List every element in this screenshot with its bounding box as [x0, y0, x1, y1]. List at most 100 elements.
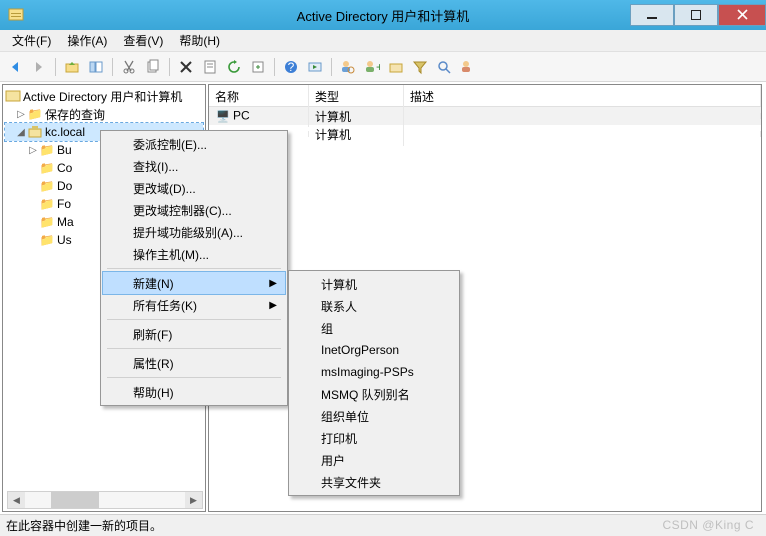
- toolbar: ? +: [0, 52, 766, 82]
- sub-contact[interactable]: 联系人: [291, 295, 457, 317]
- sub-group[interactable]: 组: [291, 317, 457, 339]
- ctx-raise-level[interactable]: 提升域功能级别(A)...: [103, 221, 285, 243]
- ctx-change-dc[interactable]: 更改域控制器(C)...: [103, 199, 285, 221]
- sub-shared-folder[interactable]: 共享文件夹: [291, 471, 457, 493]
- folder-icon: 📁: [39, 178, 55, 194]
- expander-icon[interactable]: ▷: [15, 109, 27, 120]
- folder-icon: 📁: [27, 106, 43, 122]
- ctx-new-label: 新建(N): [133, 275, 174, 292]
- submenu-arrow-icon: ▶: [269, 300, 277, 311]
- expander-icon[interactable]: ◢: [15, 127, 27, 138]
- tree-root[interactable]: Active Directory 用户和计算机: [5, 87, 203, 105]
- separator: [107, 348, 281, 349]
- tree-child-label: Do: [57, 179, 72, 193]
- minimize-button[interactable]: [630, 4, 674, 26]
- context-submenu-new: 计算机 联系人 组 InetOrgPerson msImaging-PSPs M…: [288, 270, 460, 496]
- sub-printer[interactable]: 打印机: [291, 427, 457, 449]
- delete-icon[interactable]: [175, 56, 197, 78]
- scroll-thumb[interactable]: [51, 492, 99, 508]
- computer-icon: 🖥️: [215, 108, 231, 124]
- run-icon[interactable]: [304, 56, 326, 78]
- list-item[interactable]: 🖥️PC 计算机: [209, 107, 761, 125]
- sub-computer[interactable]: 计算机: [291, 273, 457, 295]
- properties-icon[interactable]: [199, 56, 221, 78]
- tree-domain-label: kc.local: [45, 125, 85, 139]
- folder-icon: 📁: [39, 196, 55, 212]
- status-bar: 在此容器中创建一新的项目。 CSDN @King C: [0, 514, 766, 536]
- up-folder-icon[interactable]: [61, 56, 83, 78]
- filter-icon[interactable]: [409, 56, 431, 78]
- list-body: 🖥️PC 计算机 计算机: [209, 107, 761, 143]
- ctx-properties[interactable]: 属性(R): [103, 352, 285, 374]
- app-icon: [8, 7, 24, 23]
- ctx-delegate[interactable]: 委派控制(E)...: [103, 133, 285, 155]
- window-controls: [630, 5, 766, 26]
- export-icon[interactable]: [247, 56, 269, 78]
- ctx-find[interactable]: 查找(I)...: [103, 155, 285, 177]
- scroll-left-icon[interactable]: ◀: [8, 492, 25, 508]
- cell-desc: [404, 113, 761, 119]
- tree-child-label: Us: [57, 233, 72, 247]
- cell-type: 计算机: [309, 123, 404, 146]
- folder-action-icon[interactable]: [385, 56, 407, 78]
- cell-desc: [404, 131, 761, 137]
- list-header: 名称 类型 描述: [209, 85, 761, 107]
- folder-icon: 📁: [39, 142, 55, 158]
- scroll-track[interactable]: [25, 492, 185, 508]
- maximize-button[interactable]: [674, 4, 718, 26]
- back-icon[interactable]: [4, 56, 26, 78]
- close-button[interactable]: [718, 4, 766, 26]
- refresh-icon[interactable]: [223, 56, 245, 78]
- copy-icon[interactable]: [142, 56, 164, 78]
- sub-msimaging-psps[interactable]: msImaging-PSPs: [291, 361, 457, 383]
- sub-ou[interactable]: 组织单位: [291, 405, 457, 427]
- menu-action[interactable]: 操作(A): [59, 30, 115, 51]
- domain-icon: [27, 124, 43, 140]
- svg-text:+: +: [376, 60, 380, 74]
- column-desc[interactable]: 描述: [404, 85, 761, 106]
- forward-icon[interactable]: [28, 56, 50, 78]
- menu-view[interactable]: 查看(V): [115, 30, 171, 51]
- sub-user[interactable]: 用户: [291, 449, 457, 471]
- user-find-icon[interactable]: [337, 56, 359, 78]
- status-text: 在此容器中创建一新的项目。: [6, 517, 162, 534]
- sub-inetorgperson[interactable]: InetOrgPerson: [291, 339, 457, 361]
- folder-icon: 📁: [39, 214, 55, 230]
- window-title: Active Directory 用户和计算机: [297, 6, 470, 25]
- ctx-alltasks-label: 所有任务(K): [133, 297, 197, 314]
- menu-file[interactable]: 文件(F): [4, 30, 59, 51]
- ctx-all-tasks[interactable]: 所有任务(K) ▶: [103, 294, 285, 316]
- tree-child-label: Co: [57, 161, 72, 175]
- column-name[interactable]: 名称: [209, 85, 309, 106]
- add-resource-icon[interactable]: [457, 56, 479, 78]
- list-item[interactable]: 计算机: [209, 125, 761, 143]
- column-type[interactable]: 类型: [309, 85, 404, 106]
- help-icon[interactable]: ?: [280, 56, 302, 78]
- add-user-icon[interactable]: +: [361, 56, 383, 78]
- tree-child-label: Bu: [57, 143, 72, 157]
- ctx-change-domain[interactable]: 更改域(D)...: [103, 177, 285, 199]
- titlebar: Active Directory 用户和计算机: [0, 0, 766, 30]
- folder-icon: 📁: [39, 232, 55, 248]
- show-hide-icon[interactable]: [85, 56, 107, 78]
- cut-icon[interactable]: [118, 56, 140, 78]
- tree-horizontal-scrollbar[interactable]: ◀ ▶: [7, 491, 203, 509]
- context-menu: 委派控制(E)... 查找(I)... 更改域(D)... 更改域控制器(C).…: [100, 130, 288, 406]
- scroll-right-icon[interactable]: ▶: [185, 492, 202, 508]
- tree-saved-queries[interactable]: ▷ 📁 保存的查询: [5, 105, 203, 123]
- separator: [107, 377, 281, 378]
- cell-name: PC: [233, 109, 250, 123]
- ctx-new[interactable]: 新建(N) ▶: [103, 272, 285, 294]
- ctx-ops-master[interactable]: 操作主机(M)...: [103, 243, 285, 265]
- tree-child-label: Fo: [57, 197, 71, 211]
- expander-icon[interactable]: ▷: [27, 145, 39, 156]
- submenu-arrow-icon: ▶: [269, 278, 277, 289]
- search-icon[interactable]: [433, 56, 455, 78]
- menu-help[interactable]: 帮助(H): [171, 30, 228, 51]
- svg-text:?: ?: [288, 60, 295, 74]
- sub-msmq-alias[interactable]: MSMQ 队列别名: [291, 383, 457, 405]
- console-root-icon: [5, 88, 21, 104]
- ctx-help[interactable]: 帮助(H): [103, 381, 285, 403]
- ctx-refresh[interactable]: 刷新(F): [103, 323, 285, 345]
- separator: [107, 268, 281, 269]
